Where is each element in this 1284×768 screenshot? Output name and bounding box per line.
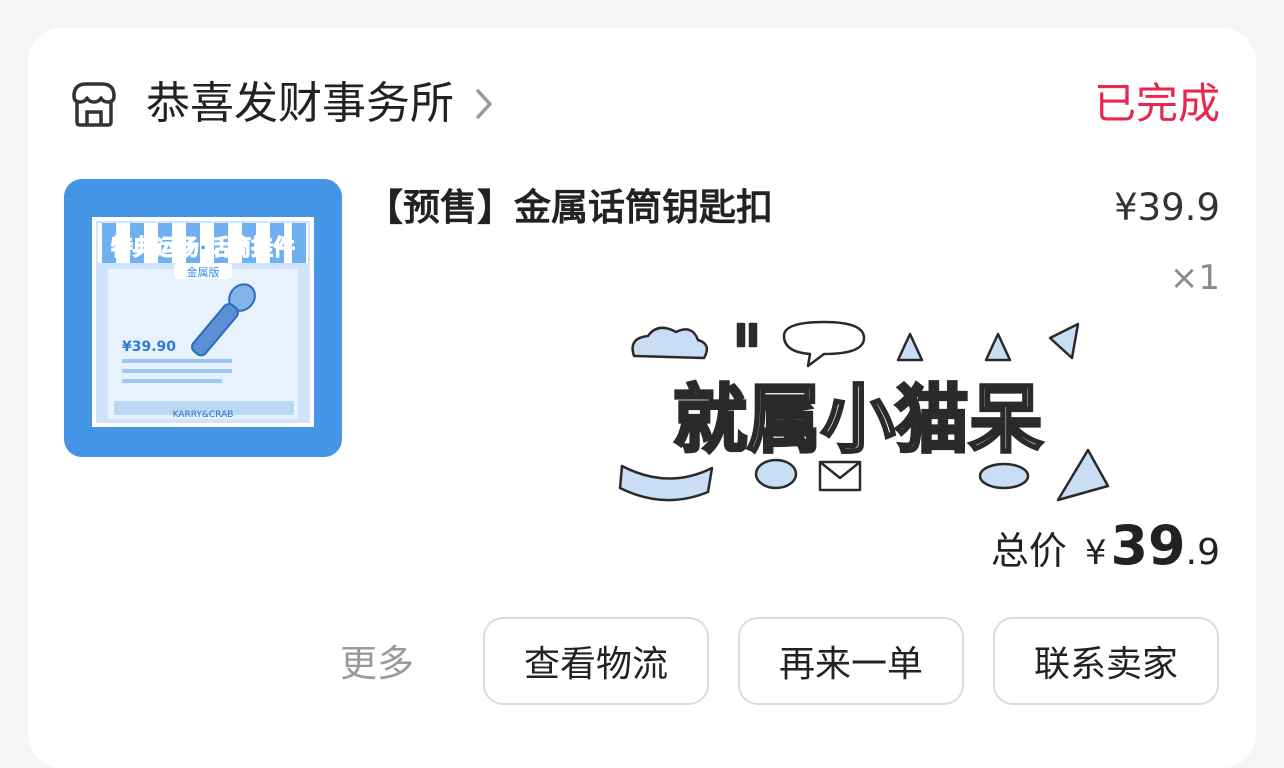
contact-seller-button[interactable]: 联系卖家 (993, 617, 1219, 705)
thumbnail-price-text: ¥39.90 (122, 339, 176, 355)
order-total: 总价 ¥ 39 .9 (991, 514, 1220, 578)
reorder-button[interactable]: 再来一单 (738, 617, 964, 705)
thumbnail-brand-text: KARRY&CRAB (173, 410, 234, 420)
total-currency: ¥ (1084, 533, 1107, 573)
sticker-image: 就属小猫呆 (618, 320, 1110, 502)
product-price: ¥39.9 (1114, 186, 1220, 229)
order-card: 恭喜发财事务所 已完成 特典运场·话筒挂件 金属版 ¥39.90 KARRY&C… (28, 28, 1256, 768)
shop-name[interactable]: 恭喜发财事务所 (146, 76, 454, 132)
product-quantity: ×1 (1169, 258, 1220, 298)
store-icon[interactable] (68, 80, 120, 128)
total-label: 总价 (990, 529, 1067, 573)
order-status: 已完成 (1093, 79, 1220, 128)
chevron-right-icon[interactable] (472, 86, 496, 122)
total-decimal: .9 (1185, 532, 1220, 573)
total-integer: 39 (1110, 514, 1186, 577)
product-thumbnail[interactable]: 特典运场·话筒挂件 金属版 ¥39.90 KARRY&CRAB (64, 179, 342, 457)
thumbnail-banner-text: 特典运场·话筒挂件 (111, 235, 295, 261)
view-logistics-button[interactable]: 查看物流 (483, 617, 709, 705)
product-title[interactable]: 【预售】金属话筒钥匙扣 (366, 184, 773, 232)
more-button[interactable]: 更多 (340, 640, 414, 688)
sticker-text: 就属小猫呆 (673, 377, 1043, 463)
thumbnail-tag-text: 金属版 (187, 265, 220, 279)
